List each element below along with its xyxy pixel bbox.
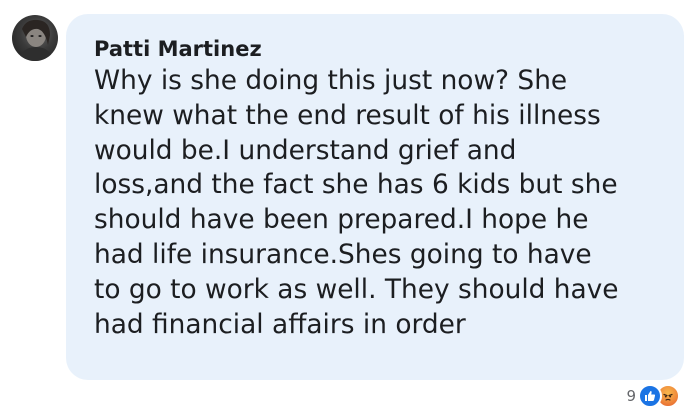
comment-text-line: loss,and the fact she has 6 kids but she bbox=[94, 169, 618, 201]
reaction-count: 9 bbox=[626, 387, 636, 405]
comment-author[interactable]: Patti Martinez bbox=[94, 36, 664, 62]
comment-page: Patti Martinez Why is she doing this jus… bbox=[0, 0, 700, 415]
comment-text-line: to go to work as well. They should have bbox=[94, 273, 619, 305]
comment-text-line: had life insurance.Shes going to have bbox=[94, 238, 592, 270]
avatar-photo bbox=[18, 19, 54, 61]
comment-text-line: knew what the end result of his illness bbox=[94, 99, 601, 131]
comment-text-line: Why is she doing this just now? She bbox=[94, 65, 568, 96]
avatar[interactable] bbox=[12, 15, 58, 61]
like-icon bbox=[638, 384, 662, 408]
comment-text: Why is she doing this just now? She knew… bbox=[94, 64, 664, 342]
comment-text-line: would be.I understand grief and bbox=[94, 134, 517, 166]
comment-text-line: should have been prepared.I hope he bbox=[94, 204, 589, 236]
comment-bubble: Patti Martinez Why is she doing this jus… bbox=[66, 14, 684, 380]
comment-text-line: had financial affairs in order bbox=[94, 308, 466, 340]
reaction-summary[interactable]: 9 bbox=[626, 384, 680, 408]
